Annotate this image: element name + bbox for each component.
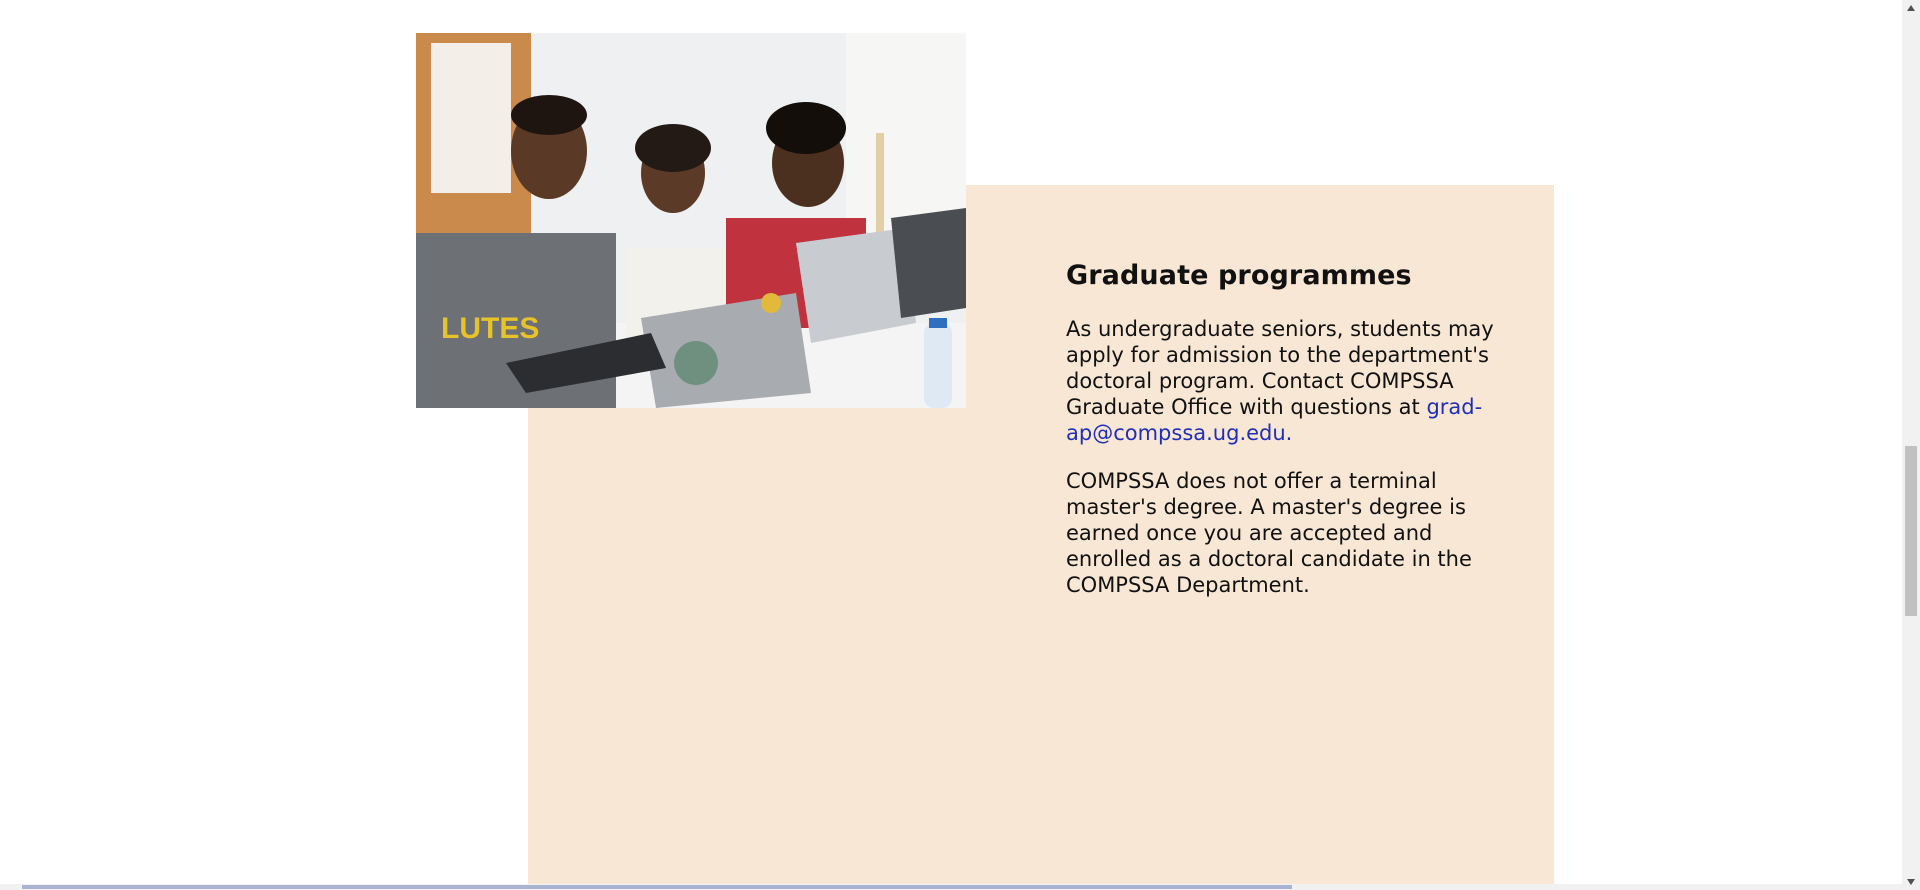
horizontal-scrollbar[interactable]	[0, 884, 1902, 890]
vertical-scrollbar-thumb[interactable]	[1905, 446, 1917, 616]
students-photo: LUTES	[416, 33, 966, 408]
graduate-section: Graduate programmes As undergraduate sen…	[1066, 258, 1506, 620]
vertical-scrollbar[interactable]	[1902, 0, 1920, 890]
arrow-down-icon[interactable]	[1902, 874, 1920, 890]
page-viewport: LUTES Graduate programmes As undergradua	[0, 0, 1920, 890]
admission-paragraph: As undergraduate seniors, students may a…	[1066, 316, 1506, 446]
masters-paragraph: COMPSSA does not offer a terminal master…	[1066, 469, 1472, 597]
arrow-up-icon[interactable]	[1902, 0, 1920, 16]
svg-text:LUTES: LUTES	[441, 312, 539, 345]
horizontal-scrollbar-thumb[interactable]	[22, 885, 1292, 889]
section-heading: Graduate programmes	[1066, 260, 1412, 291]
